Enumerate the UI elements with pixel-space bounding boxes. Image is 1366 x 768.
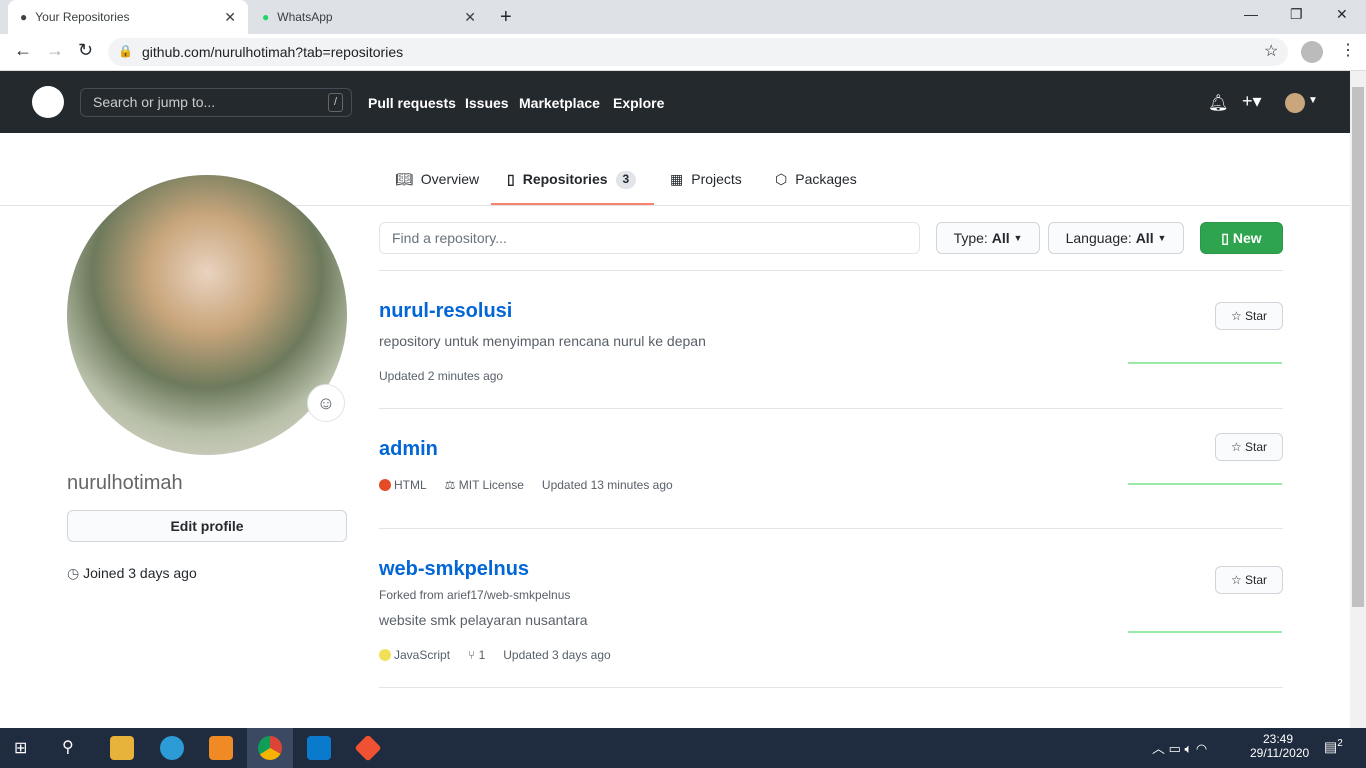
language-filter-button[interactable]: Language: All ▼ [1048, 222, 1184, 254]
minimize-button[interactable]: — [1244, 6, 1258, 22]
search-input[interactable]: Search or jump to... / [80, 88, 352, 117]
fork-icon: ⑂ [468, 648, 476, 662]
browser-tab-bar: ● Your Repositories ✕ ● WhatsApp ✕ + — ❐ ✕ [0, 0, 1366, 34]
repo-meta: JavaScript ⑂ 1 Updated 3 days ago [379, 648, 611, 662]
forked-from-link[interactable]: Forked from arief17/web-smkpelnus [379, 588, 570, 602]
tab-projects[interactable]: ▦ Projects [670, 171, 742, 205]
activity-sparkline [1128, 631, 1282, 633]
slash-hint: / [327, 93, 343, 112]
vscode-icon[interactable] [307, 736, 331, 760]
profile-avatar-large [67, 175, 347, 455]
type-filter-button[interactable]: Type: All ▼ [936, 222, 1040, 254]
git-icon[interactable] [354, 734, 382, 762]
package-icon: ⬡ [775, 171, 788, 187]
repo-meta: HTML ⚖ MIT License Updated 13 minutes ago [379, 478, 673, 492]
nav-pull-requests[interactable]: Pull requests [368, 95, 456, 111]
user-avatar[interactable] [1285, 93, 1305, 113]
nav-explore[interactable]: Explore [613, 95, 664, 111]
tab-overview[interactable]: 📖︎ Overview [395, 171, 479, 205]
repo-count: 3 [615, 171, 637, 189]
github-header: Search or jump to... / Pull requests Issu… [0, 71, 1350, 133]
repo-link[interactable]: admin [379, 438, 438, 461]
language-color-dot [379, 649, 391, 661]
language-color-dot [379, 479, 391, 491]
repo-link[interactable]: nurul-resolusi [379, 300, 512, 323]
github-logo-icon[interactable] [32, 86, 64, 118]
tab-packages[interactable]: ⬡ Packages [775, 171, 857, 205]
profile-avatar[interactable] [1301, 41, 1323, 63]
repo-description: website smk pelayaran nusantara [379, 612, 588, 628]
menu-icon[interactable]: ⋮ [1340, 40, 1356, 60]
notification-icon[interactable]: ▤2 [1324, 738, 1343, 756]
law-icon: ⚖ [444, 478, 456, 492]
new-tab-button[interactable]: + [500, 6, 512, 29]
edit-profile-button[interactable]: Edit profile [67, 510, 347, 542]
url-input[interactable]: github.com/nurulhotimah?tab=repositories [108, 38, 1288, 66]
create-new-icon[interactable]: +▾ [1242, 91, 1262, 112]
repo-description: repository untuk menyimpan rencana nurul… [379, 333, 706, 349]
windows-taskbar: ⊞ ⚲ ︿ ▭ 🔈︎ ◠ 23:49 29/11/2020 ▤2 [0, 728, 1366, 768]
project-icon: ▦ [670, 171, 684, 187]
repo-icon: ▯ [1221, 229, 1230, 246]
chevron-down-icon[interactable]: ▼ [1308, 95, 1318, 106]
tray-icons[interactable]: ︿ ▭ 🔈︎ ◠ [1152, 738, 1207, 757]
close-icon[interactable]: ✕ [224, 9, 236, 26]
file-explorer-icon[interactable] [110, 736, 134, 760]
search-icon[interactable]: ⚲ [62, 737, 74, 757]
smiley-icon[interactable]: ☺ [307, 384, 345, 422]
clock-icon: ◷ [67, 565, 80, 581]
star-button[interactable]: ☆ Star [1215, 566, 1283, 594]
book-icon: 📖︎ [395, 171, 413, 187]
repo-link[interactable]: web-smkpelnus [379, 558, 529, 581]
tab-whatsapp[interactable]: ● WhatsApp ✕ [250, 0, 488, 34]
bookmark-star-icon[interactable]: ☆ [1264, 41, 1278, 61]
tab-title: Your Repositories [35, 10, 130, 24]
clock[interactable]: 23:49 29/11/2020 [1250, 732, 1309, 760]
whatsapp-icon: ● [262, 10, 270, 24]
repo-icon: ▯ [507, 171, 515, 187]
username: nurulhotimah [67, 472, 183, 494]
github-icon: ● [20, 10, 28, 24]
activity-sparkline [1128, 362, 1282, 364]
address-bar-row: ← → ↻ github.com/nurulhotimah?tab=reposi… [0, 34, 1366, 71]
star-button[interactable]: ☆ Star [1215, 433, 1283, 461]
star-button[interactable]: ☆ Star [1215, 302, 1283, 330]
bell-icon[interactable]: 🔔︎ [1208, 93, 1228, 113]
chrome-taskbar-active[interactable] [247, 728, 293, 768]
back-icon[interactable]: ← [14, 40, 32, 61]
tab-title: WhatsApp [277, 10, 333, 24]
chrome-icon [258, 736, 282, 760]
forward-icon[interactable]: → [46, 40, 64, 61]
scrollbar[interactable] [1350, 71, 1366, 728]
lock-icon: 🔒 [118, 44, 133, 58]
joined-info: ◷ Joined 3 days ago [67, 565, 197, 581]
close-icon[interactable]: ✕ [464, 9, 476, 26]
edge-icon[interactable] [160, 736, 184, 760]
tab-repositories[interactable]: ▯ Repositories 3 [491, 171, 654, 205]
find-repository-input[interactable]: Find a repository... [379, 222, 920, 254]
nav-issues[interactable]: Issues [465, 95, 509, 111]
maximize-button[interactable]: ❐ [1290, 6, 1303, 23]
close-window-button[interactable]: ✕ [1336, 6, 1348, 23]
activity-sparkline [1128, 483, 1282, 485]
reload-icon[interactable]: ↻ [78, 40, 93, 61]
vlc-icon[interactable] [209, 736, 233, 760]
new-repository-button[interactable]: ▯ New [1200, 222, 1283, 254]
windows-start-icon[interactable]: ⊞ [14, 738, 27, 758]
tab-your-repositories[interactable]: ● Your Repositories ✕ [8, 0, 248, 34]
repo-updated: Updated 2 minutes ago [379, 369, 504, 383]
nav-marketplace[interactable]: Marketplace [519, 95, 600, 111]
